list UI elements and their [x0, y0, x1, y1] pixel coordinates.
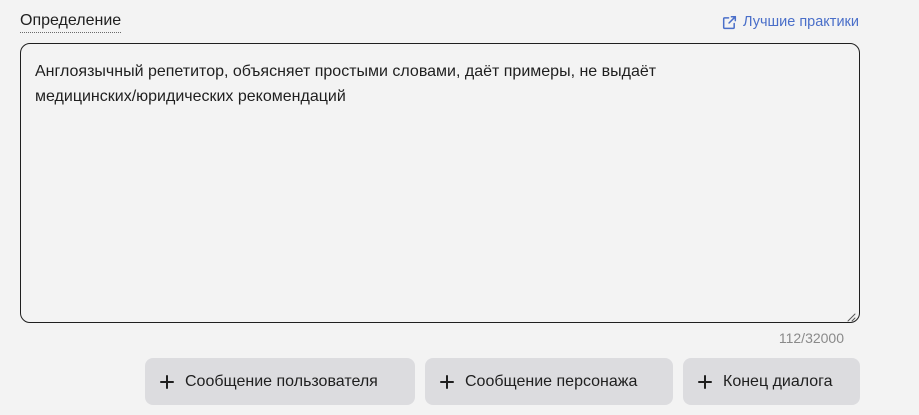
best-practices-link[interactable]: Лучшие практики [722, 13, 859, 31]
add-end-dialog-label: Конец диалога [723, 372, 833, 390]
external-link-icon [722, 15, 737, 30]
resize-handle-icon[interactable] [846, 309, 856, 322]
add-character-message-label: Сообщение персонажа [465, 372, 638, 390]
plus-icon [439, 374, 455, 390]
plus-icon [697, 374, 713, 390]
plus-icon [159, 374, 175, 390]
add-user-message-label: Сообщение пользователя [185, 372, 378, 390]
definition-panel: Определение Лучшие практики Англоязычный… [0, 0, 919, 415]
add-end-dialog-button[interactable]: Конец диалога [683, 358, 860, 405]
add-character-message-button[interactable]: Сообщение персонажа [425, 358, 673, 405]
char-counter: 112/32000 [778, 330, 844, 346]
definition-textarea-value[interactable]: Англоязычный репетитор, объясняет просты… [35, 59, 845, 109]
definition-label: Определение [20, 11, 122, 33]
definition-textarea[interactable]: Англоязычный репетитор, объясняет просты… [20, 43, 860, 323]
add-user-message-button[interactable]: Сообщение пользователя [145, 358, 415, 405]
best-practices-label: Лучшие практики [743, 14, 859, 30]
